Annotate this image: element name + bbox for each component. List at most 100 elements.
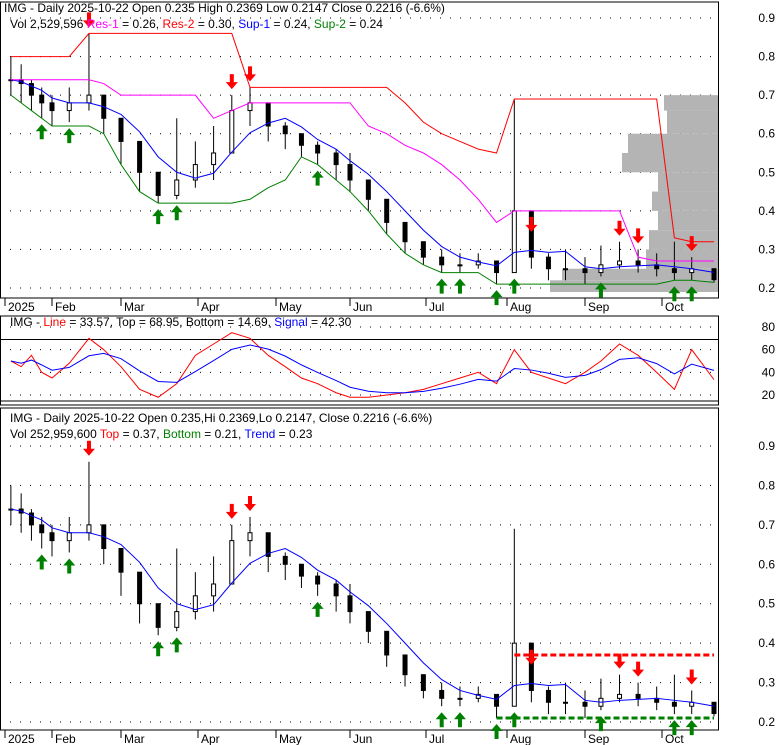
candle-body [563, 268, 568, 271]
sell-arrow-icon [632, 661, 645, 677]
buy-arrow-icon [63, 558, 76, 574]
candle-body [155, 171, 161, 196]
y-tick-label: 0.5 [758, 165, 775, 179]
x-tick-label: Oct [665, 300, 684, 314]
stock-chart: 0.9 0.8 0.7 0.6 0.5 0.4 0.3 0.2 0.9 0.8 0.7 0.6 0.5 0… [0, 0, 780, 745]
buy-arrow-icon [435, 712, 448, 728]
x-tick-label: May [279, 732, 302, 745]
volume-profile-bar [667, 110, 718, 134]
candle-body [494, 693, 500, 707]
sup2-label: Sup-2 [314, 17, 346, 31]
x-tick-label: Feb [55, 300, 76, 314]
y-tick-label: 0.9 [758, 439, 775, 453]
y-tick-label: 0.7 [758, 518, 775, 532]
panel3-title: IMG - Daily 2025-10-22 Open 0.235,Hi 0.2… [10, 411, 432, 425]
y-tick-label: 0.5 [758, 597, 775, 611]
buy-arrow-icon [453, 278, 466, 294]
candle-body [711, 268, 717, 281]
candle-body [635, 260, 641, 266]
buy-arrow-icon [311, 170, 324, 186]
sell-arrow-icon [525, 216, 538, 232]
y-tick-label: 0.3 [758, 676, 775, 690]
volume-profile-bar [658, 210, 718, 231]
res1-label: Res-1 [87, 17, 119, 31]
x-tick-label: Mar [124, 732, 145, 745]
candle-body [118, 548, 124, 573]
candle-body [282, 125, 288, 135]
candle-body [315, 575, 321, 585]
x-tick-label: Apr [201, 300, 220, 314]
buy-arrow-icon [508, 278, 521, 294]
y-tick-label: 80 [762, 320, 776, 334]
candle-body [617, 693, 623, 699]
buy-arrow-icon [508, 712, 521, 728]
signal-line [10, 344, 715, 394]
y-tick-label: 0.8 [758, 478, 775, 492]
volume-profile-bar [628, 133, 718, 153]
panel2-legend: IMG - Line = 33.57, Top = 68.95, Bottom … [10, 315, 352, 329]
candle-body [365, 179, 371, 200]
panel-frame-1 [0, 1, 719, 299]
moving-average-line [10, 79, 715, 273]
candle-body [282, 555, 288, 565]
buy-arrow-icon [35, 124, 48, 140]
candle-body [617, 260, 623, 266]
panel1-title: IMG - Daily 2025-10-22 Open 0.235 High 0… [4, 1, 445, 15]
res1-value: = 0.26, [119, 17, 163, 31]
signal-label: Signal [274, 315, 307, 329]
candle-body [66, 102, 72, 112]
y-tick-label: 40 [762, 365, 776, 379]
candle-body [229, 540, 235, 585]
x-tick-label: Apr [201, 732, 220, 745]
x-tick-label: Aug [510, 300, 531, 314]
candle-body [511, 210, 517, 274]
volume-profile-bar [652, 191, 718, 211]
buy-arrow-icon [170, 637, 183, 653]
y-tick-label: 0.6 [758, 127, 775, 141]
candle-body [545, 689, 551, 703]
volume-profile-bar [622, 153, 718, 173]
x-tick-label: Jun [353, 300, 372, 314]
buy-arrow-icon [490, 724, 503, 740]
buy-arrow-icon [311, 601, 324, 617]
y-tick-label: 0.2 [758, 281, 775, 295]
candle-body [511, 642, 517, 707]
candle-body [49, 102, 55, 112]
x-tick-label: Sep [588, 732, 610, 745]
candle-body [347, 164, 353, 181]
panel1-legend: Vol 2,529,596 Res-1 = 0.26, Res-2 = 0.30… [10, 17, 383, 31]
x-tick-label: Feb [55, 732, 76, 745]
candle-body [582, 701, 588, 707]
moving-average-line [10, 508, 715, 707]
sup1-value: = 0.24, [270, 17, 314, 31]
y-tick-label: 0.9 [758, 11, 775, 25]
candle-body [457, 697, 463, 700]
y-tick-label: 0.4 [758, 204, 775, 218]
sell-arrow-icon [225, 74, 238, 90]
candle-body [439, 689, 445, 699]
sell-arrow-icon [685, 669, 698, 685]
buy-arrow-icon [170, 205, 183, 221]
candle-body [174, 179, 180, 196]
candle-body [671, 268, 677, 274]
candle-body [384, 630, 390, 656]
candle-body [494, 260, 500, 274]
candle-body [211, 583, 217, 597]
candle-body [49, 532, 55, 542]
x-tick-label: 2025 [8, 300, 35, 314]
x-tick-label: Jun [353, 732, 372, 745]
candle-body [545, 256, 551, 270]
candle-body [247, 532, 253, 542]
line-label: Line [43, 315, 66, 329]
candle-body [86, 524, 92, 534]
buy-arrow-icon [685, 720, 698, 736]
candle-body [420, 674, 426, 691]
buy-arrow-icon [435, 278, 448, 294]
candle-body [671, 701, 677, 707]
panel3-legend: Vol 252,959,600 Top = 0.37, Bottom = 0.2… [10, 427, 313, 441]
x-tick-label: Aug [510, 732, 531, 745]
candle-body [420, 241, 426, 258]
candle-body [211, 152, 217, 166]
sell-arrow-icon [525, 649, 538, 665]
candle-body [39, 524, 45, 534]
